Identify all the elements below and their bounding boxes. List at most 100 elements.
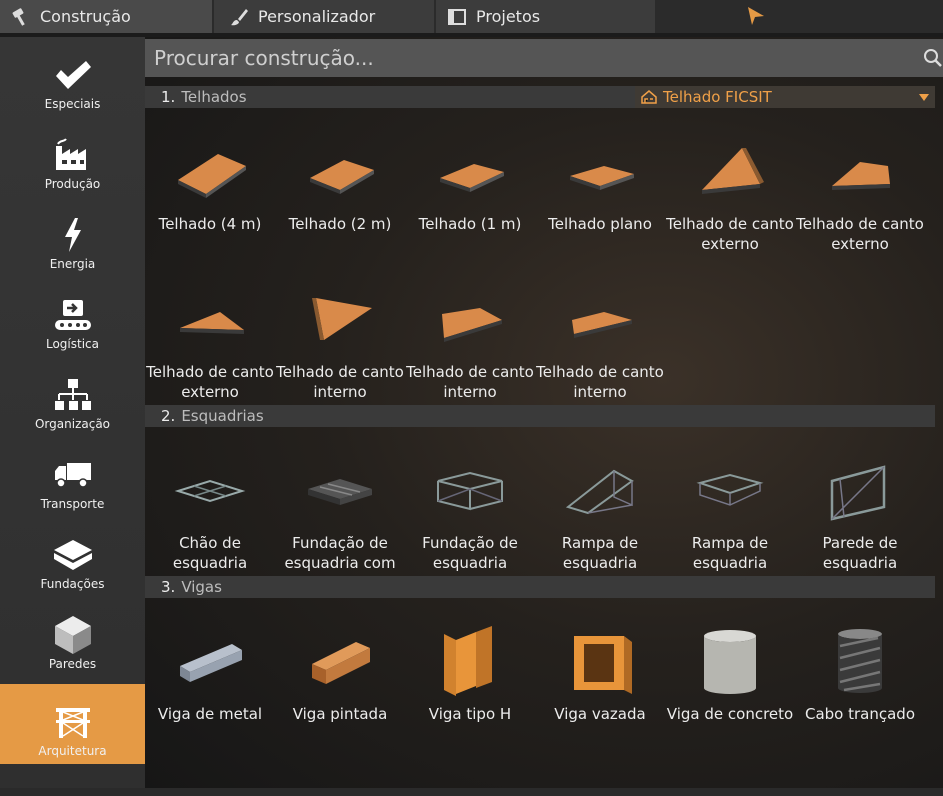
category-name: Vigas xyxy=(181,578,222,596)
build-item[interactable]: Telhado (4 m) xyxy=(145,127,275,267)
material-icon xyxy=(641,90,657,104)
build-item-label: Viga pintada xyxy=(292,705,388,723)
category-number: 1. xyxy=(161,88,176,106)
tab-personalizador[interactable]: Personalizador xyxy=(214,0,434,33)
build-item[interactable]: Fundação de esquadria xyxy=(405,446,535,586)
search-icon[interactable] xyxy=(923,48,943,68)
build-item-label: Telhado plano xyxy=(548,215,652,233)
wall-icon xyxy=(52,616,94,654)
build-item-label: Cabo trançado xyxy=(804,705,916,723)
build-item-label: Telhado de canto externo xyxy=(796,215,924,253)
sidebar-item-organizacao[interactable]: Organização xyxy=(0,357,145,437)
foundation-icon xyxy=(52,537,94,573)
roof-corner-thumbnail xyxy=(832,162,890,190)
build-item[interactable]: Rampa de esquadria xyxy=(665,446,795,586)
painted-beam-thumbnail xyxy=(312,642,370,684)
build-item[interactable]: Viga vazada xyxy=(535,617,665,757)
sidebar-item-energia[interactable]: Energia xyxy=(0,197,145,277)
build-item[interactable]: Telhado (1 m) xyxy=(405,127,535,267)
cursor-icon xyxy=(748,7,764,25)
build-item[interactable]: Telhado de canto externo xyxy=(795,127,925,267)
material-dropdown[interactable]: Telhado FICSIT xyxy=(635,86,935,108)
truck-icon xyxy=(52,457,94,493)
material-dropdown-value: Telhado FICSIT xyxy=(663,88,772,106)
sidebar-item-label: Fundações xyxy=(40,577,105,591)
sidebar-item-fundacoes[interactable]: Fundações xyxy=(0,517,145,597)
build-item-label: Telhado de canto interno xyxy=(406,363,534,401)
category-sidebar: Especiais Produção Energia Logística Org… xyxy=(0,37,145,796)
metal-beam-thumbnail xyxy=(180,644,242,682)
braided-cable-thumbnail xyxy=(838,629,882,693)
search-bar xyxy=(145,39,943,77)
build-item-label: Chão de esquadria xyxy=(172,534,248,572)
build-item-label: Telhado de canto externo xyxy=(666,215,794,253)
build-item[interactable]: Viga pintada xyxy=(275,617,405,757)
build-item[interactable]: Telhado (2 m) xyxy=(275,127,405,267)
build-item[interactable]: Telhado de canto interno xyxy=(535,275,665,415)
roof-corner-thumbnail xyxy=(702,148,764,194)
build-item[interactable]: Viga de metal xyxy=(145,617,275,757)
factory-icon xyxy=(52,137,94,173)
frame-ramp-thumbnail xyxy=(565,469,634,515)
build-item-label: Telhado (1 m) xyxy=(418,215,522,233)
category-number: 3. xyxy=(161,578,176,596)
tab-construcao[interactable]: Construção xyxy=(0,0,212,33)
sidebar-item-label: Organização xyxy=(34,417,111,431)
h-beam-thumbnail xyxy=(444,626,492,696)
build-item[interactable]: Telhado de canto externo xyxy=(665,127,795,267)
roof-inner-corner-thumbnail xyxy=(442,308,502,342)
frame-foundation-thumbnail xyxy=(437,471,503,511)
build-item-label: Fundação de esquadria xyxy=(422,534,518,572)
bottom-strip xyxy=(0,788,943,796)
frame-foundation-thumbnail xyxy=(308,479,372,505)
roof-inner-corner-thumbnail xyxy=(312,298,372,340)
build-item[interactable]: Telhado de canto interno xyxy=(405,275,535,415)
category-name: Telhados xyxy=(181,88,247,106)
build-menu-panel: 1. Telhados Telhado FICSIT Telhado (4 m)… xyxy=(145,37,943,796)
build-item[interactable]: Chão de esquadria xyxy=(145,446,275,586)
sidebar-item-arquitetura[interactable]: Arquitetura xyxy=(0,684,145,764)
build-item[interactable]: Viga de concreto xyxy=(665,617,795,757)
frame-ramp-thumbnail xyxy=(696,473,764,506)
tab-projetos[interactable]: Projetos xyxy=(436,0,655,33)
tab-label: Projetos xyxy=(476,7,541,26)
build-item[interactable]: Rampa de esquadria xyxy=(535,446,665,586)
roof-thumbnail xyxy=(178,154,246,198)
build-item[interactable]: Viga tipo H xyxy=(405,617,535,757)
roof-inner-corner-thumbnail xyxy=(572,312,632,338)
hierarchy-icon xyxy=(52,377,94,413)
category-header-esquadrias: 2. Esquadrias xyxy=(145,405,935,427)
build-item[interactable]: Telhado de canto externo xyxy=(145,275,275,415)
frame-floor-thumbnail xyxy=(174,479,246,503)
build-item[interactable]: Fundação de esquadria com xyxy=(275,446,405,586)
build-item[interactable]: Telhado de canto interno xyxy=(275,275,405,415)
tab-label: Construção xyxy=(40,7,131,26)
hollow-beam-thumbnail xyxy=(574,636,632,694)
category-header-vigas: 3. Vigas xyxy=(145,576,935,598)
sidebar-item-logistica[interactable]: Logística xyxy=(0,277,145,357)
sidebar-item-producao[interactable]: Produção xyxy=(0,117,145,197)
scaffold-icon xyxy=(52,704,94,740)
sidebar-item-label: Logística xyxy=(45,337,99,351)
sidebar-item-label: Arquitetura xyxy=(38,744,107,758)
build-item-label: Telhado de canto externo xyxy=(146,363,274,401)
sidebar-item-paredes[interactable]: Paredes xyxy=(0,597,145,677)
build-item-label: Telhado (4 m) xyxy=(158,215,262,233)
roof-thumbnail xyxy=(440,164,504,192)
sidebar-item-especiais[interactable]: Especiais xyxy=(0,37,145,117)
build-item[interactable]: Parede de esquadria xyxy=(795,446,925,586)
build-item[interactable]: Telhado plano xyxy=(535,127,665,267)
roof-corner-thumbnail xyxy=(180,312,244,334)
roof-thumbnail xyxy=(570,166,634,190)
sidebar-item-transporte[interactable]: Transporte xyxy=(0,437,145,517)
frame-wall-thumbnail xyxy=(830,465,886,521)
build-item-label: Fundação de esquadria com xyxy=(284,534,396,572)
build-item-label: Rampa de esquadria xyxy=(691,534,769,572)
roof-thumbnail xyxy=(310,160,374,194)
category-name: Esquadrias xyxy=(181,407,264,425)
build-item[interactable]: Cabo trançado xyxy=(795,617,925,757)
build-item-label: Viga de concreto xyxy=(666,705,794,723)
search-input[interactable] xyxy=(145,39,915,77)
blueprint-icon xyxy=(446,6,468,28)
build-item-label: Parede de esquadria xyxy=(822,534,898,572)
